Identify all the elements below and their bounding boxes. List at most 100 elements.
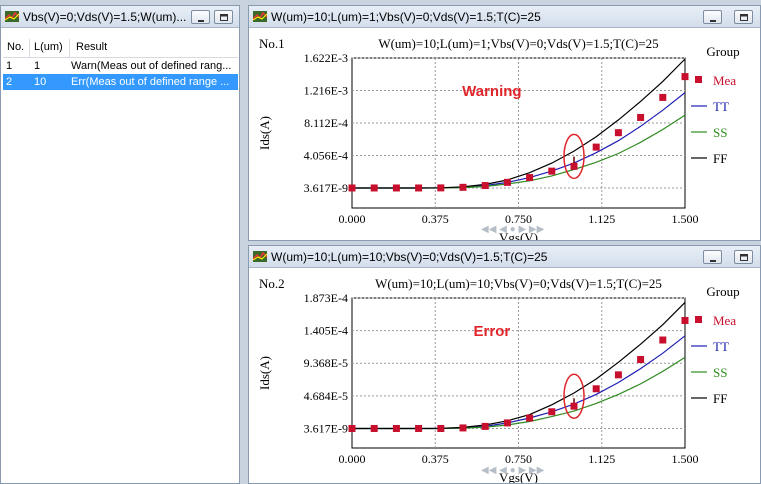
column-header-l[interactable]: L(um) — [34, 41, 63, 53]
legend-label-ff: FF — [713, 391, 727, 406]
legend-label-mea: Mea — [713, 313, 736, 328]
data-point-mea — [592, 385, 600, 393]
results-titlebar[interactable]: Vbs(V)=0;Vds(V)=1.5;W(um)... — [1, 6, 239, 28]
app-icon — [253, 11, 267, 22]
y-tick-label: 3.617E-9 — [304, 181, 348, 195]
table-row-selected[interactable]: 2 10 Err(Meas out of defined range ... — [3, 74, 238, 90]
data-point-mea — [370, 184, 378, 192]
data-point-mea — [415, 424, 423, 432]
data-point-mea — [548, 167, 556, 175]
legend-marker-mea — [695, 76, 702, 83]
data-point-mea — [392, 184, 400, 192]
x-tick-label: 1.125 — [588, 212, 615, 226]
data-point-mea — [526, 174, 534, 182]
chart-1: No.1 W(um)=10;L(um)=1;Vbs(V)=0;Vds(V)=1.5… — [257, 36, 740, 240]
plot2-window-title: W(um)=10;L(um)=10;Vbs(V)=0;Vds(V)=1.5;T(… — [271, 250, 548, 264]
data-point-mea — [659, 336, 667, 344]
legend-label-mea: Mea — [713, 73, 736, 88]
x-tick-label: 0.375 — [422, 452, 449, 466]
data-point-mea — [570, 402, 578, 410]
data-point-mea — [415, 184, 423, 192]
x-tick-label: 0.750 — [505, 452, 532, 466]
cell-result: Err(Meas out of defined range ... — [71, 76, 230, 88]
plot1-titlebar[interactable]: W(um)=10;L(um)=1;Vbs(V)=0;Vds(V)=1.5;T(C… — [249, 6, 760, 28]
cell-no: 2 — [6, 76, 13, 88]
legend-label-ss: SS — [713, 125, 727, 140]
plot-window-1: W(um)=10;L(um)=1;Vbs(V)=0;Vds(V)=1.5;T(C… — [248, 5, 761, 241]
table-header: No. L(um) Result — [3, 39, 238, 58]
chart-label: No.1 — [259, 36, 285, 51]
legend-label-tt: TT — [713, 99, 729, 114]
cell-result: Warn(Meas out of defined rang... — [71, 60, 232, 72]
results-window-title: Vbs(V)=0;Vds(V)=1.5;W(um)... — [23, 10, 187, 24]
data-point-mea — [348, 184, 356, 192]
results-window: Vbs(V)=0;Vds(V)=1.5;W(um)... No. L(um) R… — [0, 5, 240, 484]
plot2-titlebar[interactable]: W(um)=10;L(um)=10;Vbs(V)=0;Vds(V)=1.5;T(… — [249, 246, 760, 268]
y-tick-label: 8.112E-4 — [304, 116, 348, 130]
cell-l: 10 — [34, 76, 47, 88]
data-point-mea — [614, 129, 622, 137]
y-tick-label: 4.684E-5 — [304, 389, 348, 403]
y-axis-label: Ids(A) — [257, 116, 272, 150]
data-point-mea — [637, 356, 645, 364]
data-point-mea — [348, 424, 356, 432]
maximize-button[interactable] — [214, 10, 233, 24]
data-point-mea — [370, 424, 378, 432]
app-icon — [253, 251, 267, 262]
legend-title: Group — [706, 44, 739, 59]
x-tick-label: 0.375 — [422, 212, 449, 226]
x-tick-label: 0.000 — [339, 212, 366, 226]
y-tick-label: 9.368E-5 — [304, 356, 348, 370]
annotation-text: Warning — [462, 83, 521, 100]
data-point-mea — [392, 424, 400, 432]
y-tick-label: 4.056E-4 — [304, 148, 348, 162]
data-point-mea — [637, 113, 645, 121]
plot1-window-title: W(um)=10;L(um)=1;Vbs(V)=0;Vds(V)=1.5;T(C… — [271, 10, 541, 24]
data-point-mea — [503, 178, 511, 186]
annotation-text: Error — [474, 323, 511, 340]
data-point-mea — [659, 93, 667, 101]
chart-2: No.2 W(um)=10;L(um)=10;Vbs(V)=0;Vds(V)=1.… — [257, 276, 740, 483]
data-point-mea — [681, 73, 689, 81]
plot-frame — [351, 57, 686, 209]
legend-label-tt: TT — [713, 339, 729, 354]
minimize-button[interactable] — [703, 10, 722, 24]
y-tick-label: 1.873E-4 — [304, 291, 348, 305]
column-header-result[interactable]: Result — [76, 41, 107, 53]
data-point-mea — [459, 424, 467, 432]
x-tick-label: 1.500 — [672, 212, 699, 226]
maximize-button[interactable] — [734, 10, 753, 24]
data-point-mea — [503, 419, 511, 427]
legend-title: Group — [706, 284, 739, 299]
legend-label-ss: SS — [713, 365, 727, 380]
table-row[interactable]: 1 1 Warn(Meas out of defined rang... — [3, 58, 238, 74]
cell-no: 1 — [6, 60, 13, 72]
data-point-mea — [437, 184, 445, 192]
legend-label-ff: FF — [713, 151, 727, 166]
app-icon — [5, 11, 19, 22]
minimize-button[interactable] — [703, 250, 722, 264]
x-tick-label: 1.125 — [588, 452, 615, 466]
chart-label: No.2 — [259, 276, 285, 291]
data-point-mea — [437, 424, 445, 432]
column-header-no[interactable]: No. — [7, 41, 24, 53]
y-tick-label: 1.405E-4 — [304, 324, 348, 338]
minimize-button[interactable] — [191, 10, 210, 24]
cell-l: 1 — [34, 60, 41, 72]
data-point-mea — [570, 162, 578, 170]
legend-marker-mea — [695, 316, 702, 323]
data-point-mea — [592, 143, 600, 151]
data-point-mea — [481, 422, 489, 430]
y-tick-label: 1.216E-3 — [304, 84, 348, 98]
chart-title: W(um)=10;L(um)=10;Vbs(V)=0;Vds(V)=1.5;T(… — [375, 276, 662, 291]
data-point-mea — [681, 317, 689, 325]
plot2-navigation[interactable]: ◀◀ ◀ ● ▶ ▶▶ — [481, 465, 544, 476]
y-tick-label: 3.617E-9 — [304, 421, 348, 435]
x-tick-label: 1.500 — [672, 452, 699, 466]
plot-window-2: W(um)=10;L(um)=10;Vbs(V)=0;Vds(V)=1.5;T(… — [248, 245, 761, 484]
chart-title: W(um)=10;L(um)=1;Vbs(V)=0;Vds(V)=1.5;T(C… — [378, 36, 658, 51]
maximize-button[interactable] — [734, 250, 753, 264]
data-point-mea — [526, 414, 534, 422]
plot1-navigation[interactable]: ◀◀ ◀ ● ▶ ▶▶ — [481, 224, 544, 235]
y-tick-label: 1.622E-3 — [304, 51, 348, 65]
